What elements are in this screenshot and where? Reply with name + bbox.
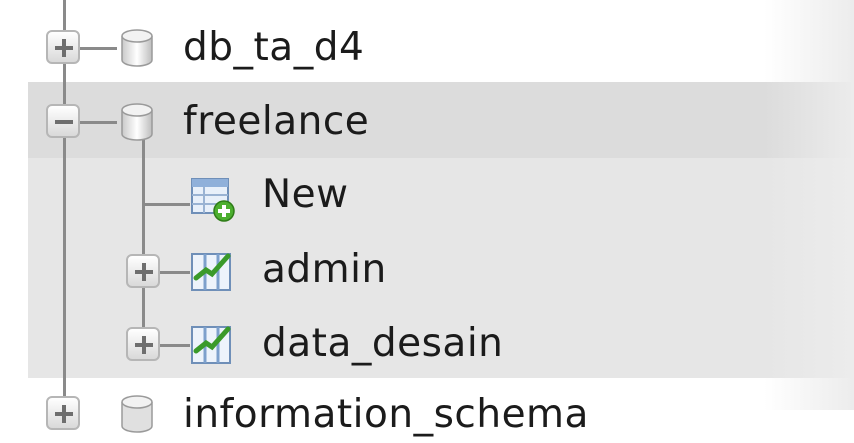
expand-db-ta-d4-button[interactable]: [46, 30, 80, 64]
navigation-tree: db_ta_d4 freelance New admin data_desain…: [0, 0, 854, 437]
database-icon: [121, 103, 153, 141]
table-icon: [191, 326, 231, 364]
tree-item-information-schema[interactable]: information_schema: [183, 385, 589, 443]
database-icon: [121, 29, 153, 67]
panel-edge: [764, 0, 854, 410]
tree-item-data-desain[interactable]: data_desain: [262, 314, 503, 372]
expand-admin-button[interactable]: [126, 254, 160, 288]
collapse-freelance-button[interactable]: [46, 104, 80, 138]
expand-data-desain-button[interactable]: [126, 327, 160, 361]
tree-item-label: New: [262, 171, 349, 217]
tree-item-new-table[interactable]: New: [262, 165, 349, 223]
tree-item-label: data_desain: [262, 320, 504, 366]
new-table-icon: [191, 178, 235, 222]
tree-item-label: admin: [262, 246, 387, 292]
tree-item-admin[interactable]: admin: [262, 240, 387, 298]
table-icon: [191, 253, 231, 291]
tree-item-db-ta-d4[interactable]: db_ta_d4: [183, 18, 364, 76]
tree-item-label: freelance: [183, 98, 370, 144]
database-icon: [121, 395, 153, 433]
tree-item-freelance[interactable]: freelance: [183, 92, 369, 150]
expand-information-schema-button[interactable]: [46, 396, 80, 430]
tree-item-label: information_schema: [183, 391, 589, 437]
tree-item-label: db_ta_d4: [183, 24, 365, 70]
tree-line-freelance-children: [142, 136, 145, 346]
tree-line-new: [142, 203, 190, 206]
